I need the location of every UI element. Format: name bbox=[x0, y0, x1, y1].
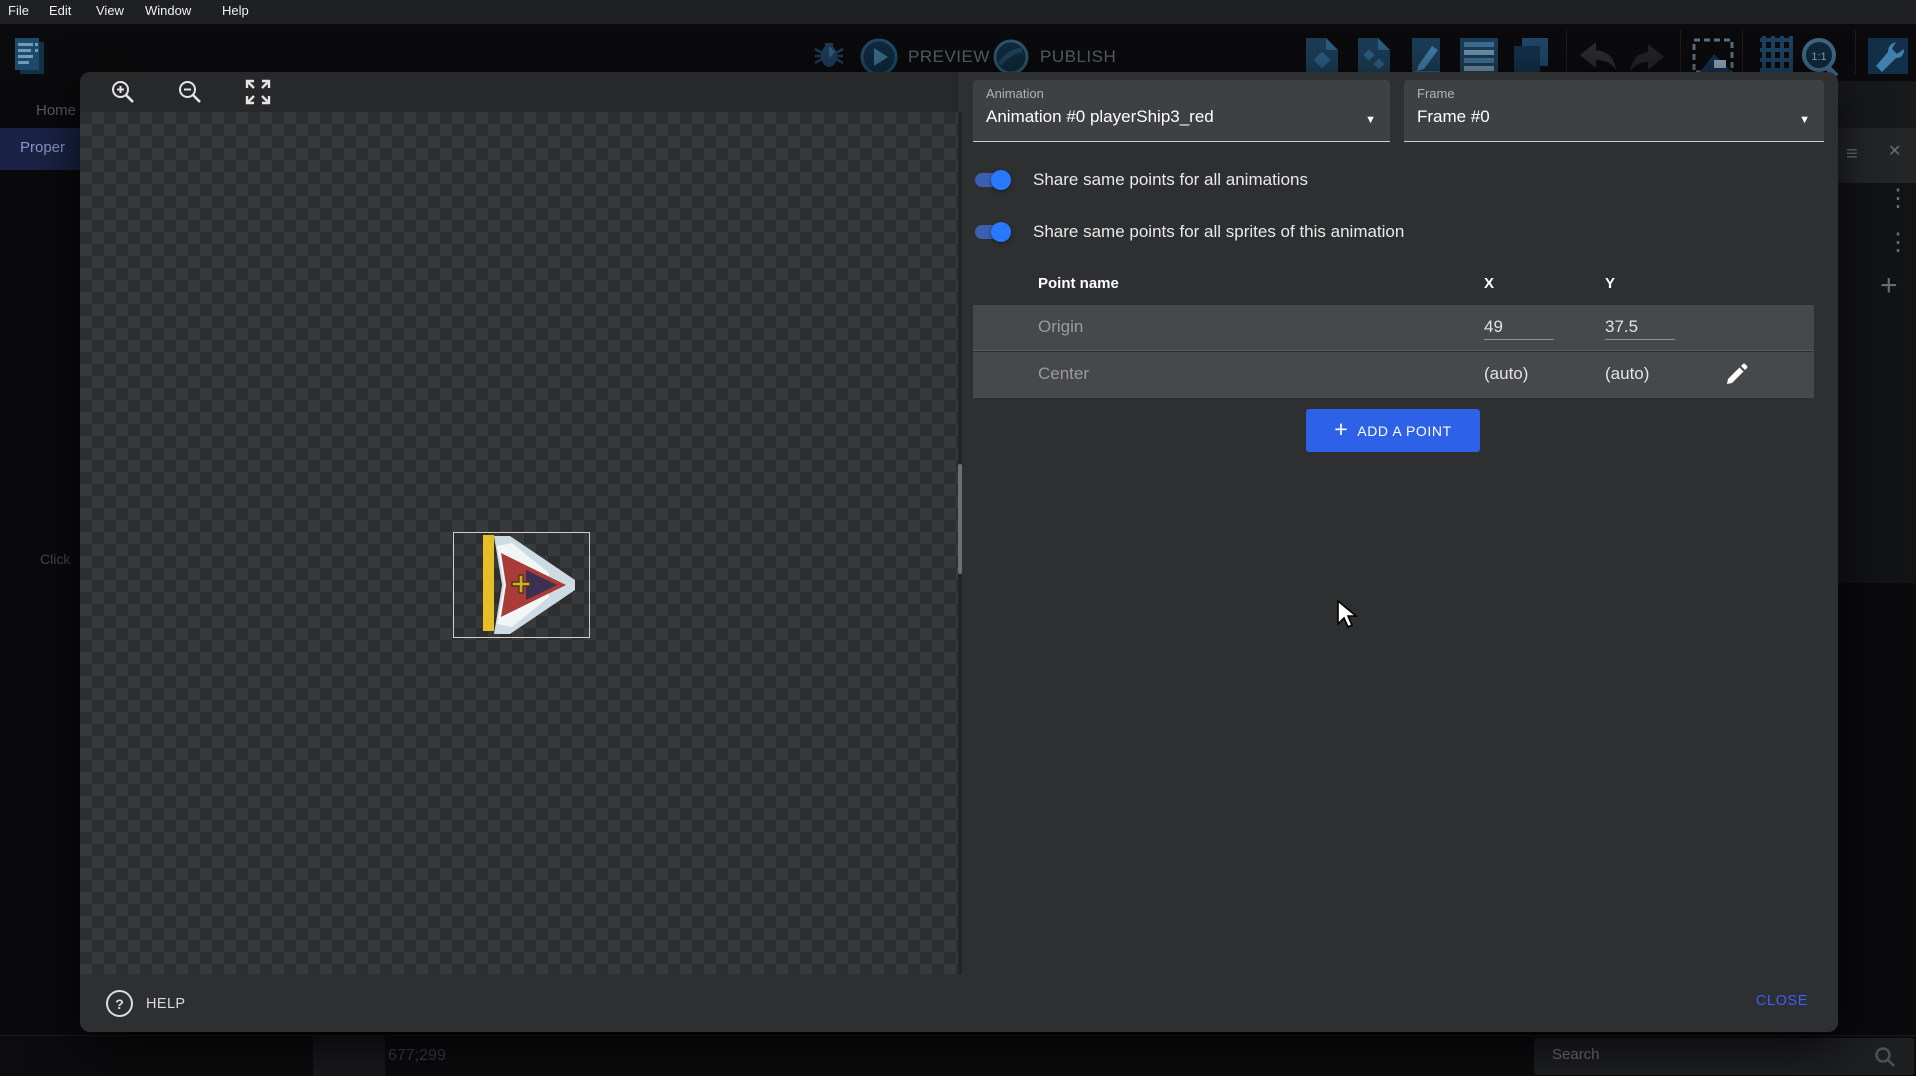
points-editor-dialog: Animation Animation #0 playerShip3_red ▼… bbox=[80, 72, 1838, 1032]
menu-view[interactable]: View bbox=[96, 3, 124, 18]
center-x-value: (auto) bbox=[1484, 364, 1554, 384]
right-panel-strip: ⋮ ⋮ + bbox=[1838, 183, 1916, 583]
search-input[interactable] bbox=[1550, 1045, 1854, 1064]
points-table-header: Point name X Y bbox=[973, 268, 1814, 304]
scrollbar-thumb[interactable] bbox=[958, 464, 962, 574]
origin-y-field[interactable]: 37.5 bbox=[1605, 317, 1675, 340]
edit-pencil-icon[interactable] bbox=[1724, 361, 1750, 387]
preview-label: PREVIEW bbox=[908, 47, 990, 67]
frame-select-value: Frame #0 bbox=[1417, 107, 1490, 127]
cursor-coordinates: 677;299 bbox=[388, 1047, 446, 1065]
svg-text:1:1: 1:1 bbox=[1811, 51, 1826, 63]
toolbar-separator bbox=[1742, 30, 1743, 74]
toggle-label: Share same points for all sprites of thi… bbox=[1033, 222, 1404, 242]
add-a-point-button[interactable]: + ADD A POINT bbox=[1306, 409, 1480, 452]
toggle-label: Share same points for all animations bbox=[1033, 170, 1308, 190]
column-header-x: X bbox=[1484, 275, 1494, 292]
column-header-y: Y bbox=[1605, 275, 1615, 292]
plus-icon: + bbox=[1334, 418, 1348, 441]
edit-icon[interactable] bbox=[1404, 36, 1454, 76]
help-button[interactable]: ? HELP bbox=[100, 989, 191, 1018]
help-label: HELP bbox=[146, 996, 185, 1012]
play-icon bbox=[860, 38, 898, 76]
new-object-icon[interactable] bbox=[1300, 36, 1350, 76]
toggle-thumb bbox=[991, 222, 1011, 242]
mask-icon[interactable] bbox=[1690, 36, 1736, 76]
right-panel-header: ≡ ✕ bbox=[1838, 128, 1916, 183]
animation-select-label: Animation bbox=[986, 86, 1044, 101]
animation-select-value: Animation #0 playerShip3_red bbox=[986, 107, 1214, 127]
more-options-icon[interactable]: ⋮ bbox=[1886, 231, 1910, 255]
status-segment bbox=[313, 1036, 385, 1076]
share-points-all-animations-row: Share same points for all animations bbox=[973, 168, 1308, 192]
menu-file[interactable]: File bbox=[8, 3, 29, 18]
menu-bar: File Edit View Window Help bbox=[0, 0, 1916, 24]
instances-list-icon[interactable] bbox=[1456, 36, 1502, 76]
origin-point-marker[interactable] bbox=[511, 574, 531, 594]
toolbar-separator bbox=[1855, 30, 1856, 74]
tab-properties-label: Proper bbox=[20, 139, 65, 156]
preview-button[interactable]: PREVIEW bbox=[860, 38, 990, 76]
toggle-thumb bbox=[991, 170, 1011, 190]
chevron-down-icon: ▼ bbox=[1365, 114, 1376, 126]
menu-help[interactable]: Help bbox=[222, 3, 249, 18]
share-points-all-animations-toggle[interactable] bbox=[973, 168, 1011, 192]
tools-icon[interactable] bbox=[1866, 36, 1910, 76]
sprite-canvas[interactable] bbox=[80, 112, 958, 974]
application-window: File Edit View Window Help P bbox=[0, 0, 1916, 1076]
help-icon: ? bbox=[106, 990, 133, 1017]
menu-window[interactable]: Window bbox=[145, 3, 191, 18]
objects-list-icon[interactable] bbox=[1352, 36, 1402, 76]
layers-icon[interactable] bbox=[1508, 36, 1558, 76]
toolbar-separator bbox=[1566, 30, 1567, 74]
toolbar-separator bbox=[1680, 30, 1681, 74]
fit-to-screen-icon[interactable] bbox=[245, 79, 271, 105]
more-options-icon[interactable]: ⋮ bbox=[1886, 187, 1910, 211]
zoom-out-icon[interactable] bbox=[177, 79, 203, 105]
share-points-all-sprites-toggle[interactable] bbox=[973, 220, 1011, 244]
tab-home[interactable]: Home bbox=[36, 102, 76, 119]
table-row-origin: Origin 49 37.5 bbox=[973, 305, 1814, 351]
debug-icon[interactable] bbox=[812, 40, 846, 70]
mouse-cursor bbox=[1336, 600, 1358, 630]
publish-label: PUBLISH bbox=[1040, 47, 1116, 67]
column-header-point-name: Point name bbox=[1038, 275, 1119, 292]
canvas-toolbar bbox=[80, 72, 958, 112]
status-bar: 677;299 bbox=[0, 1035, 1916, 1076]
dialog-footer: ? HELP CLOSE bbox=[80, 974, 1838, 1032]
add-a-point-label: ADD A POINT bbox=[1357, 423, 1452, 439]
share-points-all-sprites-row: Share same points for all sprites of thi… bbox=[973, 220, 1404, 244]
point-name-cell: Origin bbox=[1038, 317, 1083, 337]
hint-text: Click bbox=[40, 551, 70, 567]
center-y-value: (auto) bbox=[1605, 364, 1675, 384]
publish-globe-icon bbox=[992, 38, 1030, 76]
frame-select[interactable]: Frame Frame #0 ▼ bbox=[1404, 80, 1824, 142]
add-icon[interactable]: + bbox=[1880, 271, 1898, 301]
publish-button[interactable]: PUBLISH bbox=[992, 38, 1116, 76]
animation-select[interactable]: Animation Animation #0 playerShip3_red ▼ bbox=[973, 80, 1390, 142]
canvas-scrollbar bbox=[958, 112, 962, 974]
close-button[interactable]: CLOSE bbox=[1750, 992, 1814, 1010]
panel-close-icon[interactable]: ✕ bbox=[1888, 144, 1901, 160]
chevron-down-icon: ▼ bbox=[1799, 114, 1810, 126]
menu-edit[interactable]: Edit bbox=[49, 3, 71, 18]
frame-select-label: Frame bbox=[1417, 86, 1455, 101]
table-row-center: Center (auto) (auto) bbox=[973, 352, 1814, 398]
zoom-in-icon[interactable] bbox=[110, 79, 136, 105]
search-icon bbox=[1874, 1046, 1896, 1068]
project-manager-icon[interactable] bbox=[12, 36, 48, 78]
undo-icon[interactable] bbox=[1576, 40, 1624, 74]
origin-x-field[interactable]: 49 bbox=[1484, 317, 1554, 340]
filter-icon[interactable]: ≡ bbox=[1846, 144, 1858, 164]
search-box[interactable] bbox=[1534, 1038, 1914, 1075]
right-tabstrip bbox=[1838, 81, 1916, 128]
tab-properties[interactable]: Proper bbox=[0, 128, 80, 170]
point-name-cell: Center bbox=[1038, 364, 1089, 384]
sprite-bounding-box bbox=[453, 532, 590, 638]
redo-icon[interactable] bbox=[1624, 40, 1672, 74]
